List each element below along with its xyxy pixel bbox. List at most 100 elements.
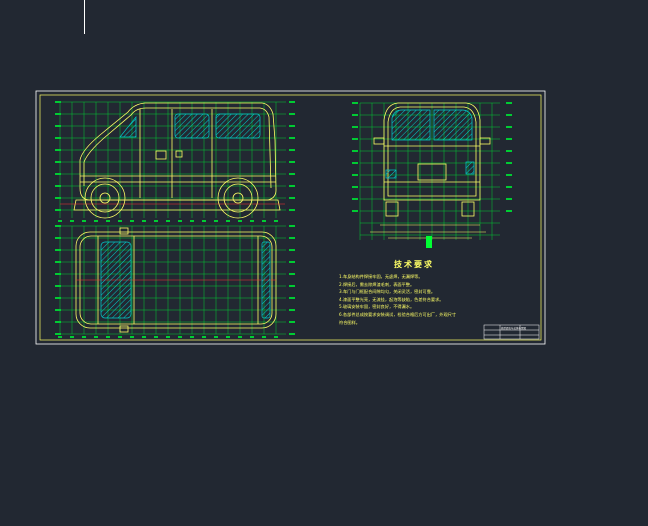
tick-label [55, 225, 61, 227]
tick-label [289, 237, 295, 239]
tick-label [506, 114, 512, 116]
tick-label [262, 220, 266, 222]
tick-label [352, 126, 358, 128]
tick-label [274, 220, 278, 222]
tick-label [289, 285, 295, 287]
tick-label [58, 220, 62, 222]
tick-label [55, 101, 61, 103]
note-line: 符合图样。 [339, 319, 360, 325]
tick-label [289, 273, 295, 275]
tick-label [506, 174, 512, 176]
tick-label [58, 336, 62, 338]
tick-label [55, 185, 61, 187]
tick-label [352, 210, 358, 212]
note-line: 6.各部件总成按要求安装调试，检验合格后方可出厂，外观尺寸 [339, 311, 457, 317]
tick-label [55, 273, 61, 275]
tick-label [289, 321, 295, 323]
tick-label [238, 336, 242, 338]
tick-label [130, 336, 134, 338]
tick-label [82, 220, 86, 222]
tick-label [154, 220, 158, 222]
tick-label [106, 336, 110, 338]
tick-label [55, 125, 61, 127]
tick-label [506, 102, 512, 104]
tick-label [178, 220, 182, 222]
note-line: 5.玻璃安装牢固，密封良好，不得漏水。 [339, 304, 415, 310]
tick-label [106, 220, 110, 222]
tick-label [166, 336, 170, 338]
tick-label [55, 249, 61, 251]
tick-label [289, 161, 295, 163]
tick-label [55, 209, 61, 211]
tick-label [506, 198, 512, 200]
tick-label [250, 336, 254, 338]
tick-label [214, 220, 218, 222]
tick-label [250, 220, 254, 222]
tick-label [55, 197, 61, 199]
front-view-glass [385, 109, 475, 179]
tick-label [142, 336, 146, 338]
tick-label [55, 237, 61, 239]
note-line: 1.车身结构件焊接牢固，无虚焊，无漏焊等。 [339, 274, 423, 279]
tick-label [506, 210, 512, 212]
tick-label [289, 125, 295, 127]
note-line: 2.焊接后，需去除焊渣毛刺，表面平整。 [339, 281, 415, 287]
tick-label [55, 309, 61, 311]
tick-label [214, 336, 218, 338]
tick-label [506, 150, 512, 152]
tick-label [289, 225, 295, 227]
tick-label [506, 162, 512, 164]
tick-label [55, 321, 61, 323]
tick-label [289, 137, 295, 139]
tick-label [118, 220, 122, 222]
tick-label [352, 150, 358, 152]
title-block-label: 微型面包车总体布置图 [501, 327, 527, 330]
tick-label [289, 185, 295, 187]
tick-label [178, 336, 182, 338]
tick-label [289, 333, 295, 335]
tick-label [190, 220, 194, 222]
tick-label [262, 336, 266, 338]
tick-label [289, 149, 295, 151]
notes-lines: 1.车身结构件焊接牢固，无虚焊，无漏焊等。 2.焊接后，需去除焊渣毛刺，表面平整。… [339, 273, 489, 326]
tick-label [289, 113, 295, 115]
tick-label [154, 336, 158, 338]
tick-label [70, 336, 74, 338]
note-line: 4.漆面平整光亮，无流挂，起泡等缺陷，色差符合要求。 [339, 296, 444, 302]
tick-label [94, 336, 98, 338]
tick-label [202, 220, 206, 222]
tick-label [55, 161, 61, 163]
tick-label [226, 336, 230, 338]
cad-drawing-canvas[interactable] [0, 0, 648, 526]
tick-label [55, 149, 61, 151]
tick-label [274, 336, 278, 338]
tick-label [506, 126, 512, 128]
tick-label [289, 249, 295, 251]
tick-label [289, 309, 295, 311]
tick-label [55, 333, 61, 335]
tick-label [55, 137, 61, 139]
tick-label [226, 220, 230, 222]
notes-title: 技术要求 [394, 260, 434, 269]
front-view-marker [426, 236, 432, 248]
tick-label [55, 173, 61, 175]
tick-label [142, 220, 146, 222]
tick-label [238, 220, 242, 222]
tick-label [70, 220, 74, 222]
tick-label [289, 101, 295, 103]
tick-label [289, 261, 295, 263]
tick-label [202, 336, 206, 338]
tick-label [352, 102, 358, 104]
tick-label [352, 114, 358, 116]
tick-label [352, 138, 358, 140]
tick-label [352, 174, 358, 176]
tick-label [55, 285, 61, 287]
tick-label [352, 186, 358, 188]
tick-label [506, 138, 512, 140]
note-line: 3.车门与门框配合间隙均匀，关闭灵活，密封可靠。 [339, 289, 436, 295]
tick-label [289, 173, 295, 175]
technical-requirements: 技术要求 1.车身结构件焊接牢固，无虚焊，无漏焊等。 2.焊接后，需去除焊渣毛刺，… [339, 259, 489, 326]
tick-label [55, 113, 61, 115]
tick-label [118, 336, 122, 338]
tick-label [289, 197, 295, 199]
